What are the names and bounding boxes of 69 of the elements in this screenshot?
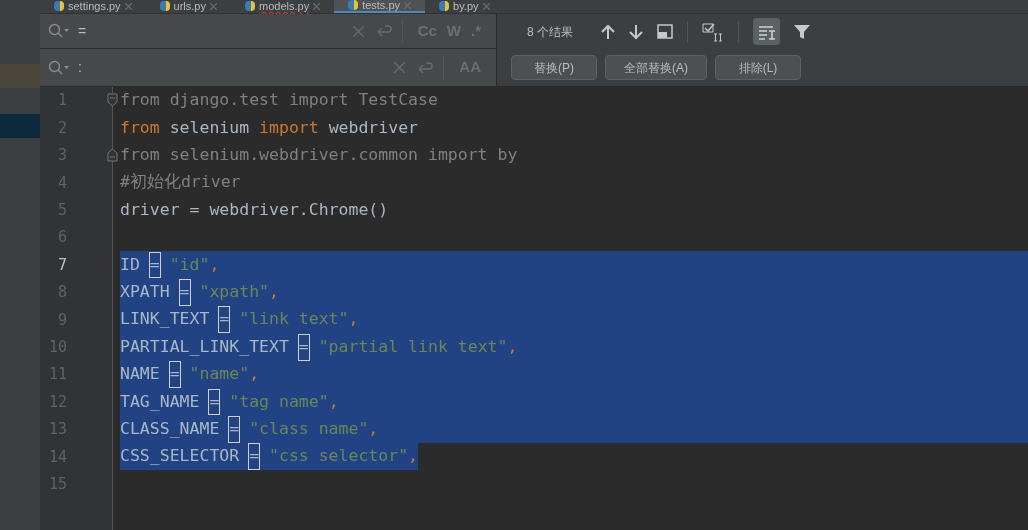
python-file-icon	[348, 0, 359, 10]
code-text: driver = webdriver.Chrome()	[120, 198, 389, 221]
code-text: PARTIAL_LINK_TEXT	[120, 335, 290, 358]
close-icon[interactable]	[482, 2, 490, 10]
code-text: from django.test import TestCase	[120, 89, 438, 112]
code-text: selenium	[168, 116, 251, 139]
newline-icon[interactable]	[375, 24, 392, 38]
search-match: =	[179, 280, 190, 305]
code-text: "partial link text"	[317, 335, 508, 358]
code-text: ,	[328, 390, 339, 413]
up-arrow-icon[interactable]	[601, 23, 615, 40]
field-value: :	[78, 58, 83, 77]
close-icon[interactable]	[313, 2, 321, 10]
close-icon[interactable]	[210, 2, 217, 10]
search-match: =	[209, 389, 220, 415]
checkbox-text-icon[interactable]	[702, 21, 724, 42]
code-text: CLASS_NAME	[120, 418, 221, 440]
code-text: ID	[120, 253, 141, 276]
clear-icon[interactable]	[394, 62, 406, 73]
down-arrow-icon[interactable]	[629, 23, 643, 40]
file-tab[interactable]: tests.py	[334, 0, 426, 13]
code-text: ,	[348, 308, 359, 331]
fold-icon[interactable]	[107, 147, 118, 162]
newline-icon[interactable]	[417, 60, 434, 75]
code-text: "tag name"	[228, 390, 329, 413]
search-match: =	[169, 362, 180, 387]
code-text: from selenium.webdriver.common import by	[120, 144, 518, 167]
code-text: ,	[507, 335, 518, 358]
search-match: =	[149, 252, 160, 278]
fold-icon[interactable]	[107, 93, 118, 107]
code-text: ,	[269, 281, 279, 304]
search-match: =	[229, 417, 240, 442]
code-text: "id"	[168, 253, 210, 276]
code-text: TAG_NAME	[120, 390, 201, 413]
code-text: ,	[249, 363, 260, 386]
search-match: =	[219, 307, 230, 333]
action-button[interactable]: 替换(P)	[511, 55, 597, 80]
code-text: ,	[368, 418, 379, 440]
code-text: #初始化driver	[120, 171, 241, 194]
clear-icon[interactable]	[352, 25, 364, 37]
filter-icon[interactable]	[794, 23, 810, 40]
action-button[interactable]: 全部替换(A)	[605, 55, 707, 80]
close-icon[interactable]	[404, 1, 412, 9]
code-text: from	[120, 116, 160, 139]
field-value: =	[78, 21, 88, 41]
in-selection-toggle[interactable]	[753, 18, 780, 45]
code-text: "link text"	[238, 308, 349, 331]
code-text: XPATH	[120, 281, 171, 304]
result-count: 8 个结果	[527, 23, 573, 41]
code-text: ,	[408, 445, 419, 468]
action-button[interactable]: 排除(L)	[715, 55, 801, 80]
code-text: webdriver	[327, 116, 419, 139]
code-text: import	[259, 116, 319, 139]
code-text: "class name"	[248, 418, 369, 440]
lines-cursor-icon	[757, 23, 776, 40]
search-icon[interactable]	[48, 59, 70, 76]
code-text: "name"	[188, 363, 250, 386]
search-icon[interactable]	[48, 23, 70, 39]
close-icon[interactable]	[124, 2, 132, 10]
window-icon[interactable]	[657, 24, 673, 39]
code-text: LINK_TEXT	[120, 308, 211, 331]
code-text: ,	[209, 253, 220, 276]
code-text: "xpath"	[198, 281, 270, 304]
line-number: 7	[56, 254, 67, 276]
search-match: =	[298, 334, 309, 360]
code-text: NAME	[120, 363, 161, 386]
code-text: CSS_SELECTOR	[120, 445, 241, 468]
code-text: "css selector"	[268, 445, 409, 468]
search-match: =	[249, 444, 260, 470]
